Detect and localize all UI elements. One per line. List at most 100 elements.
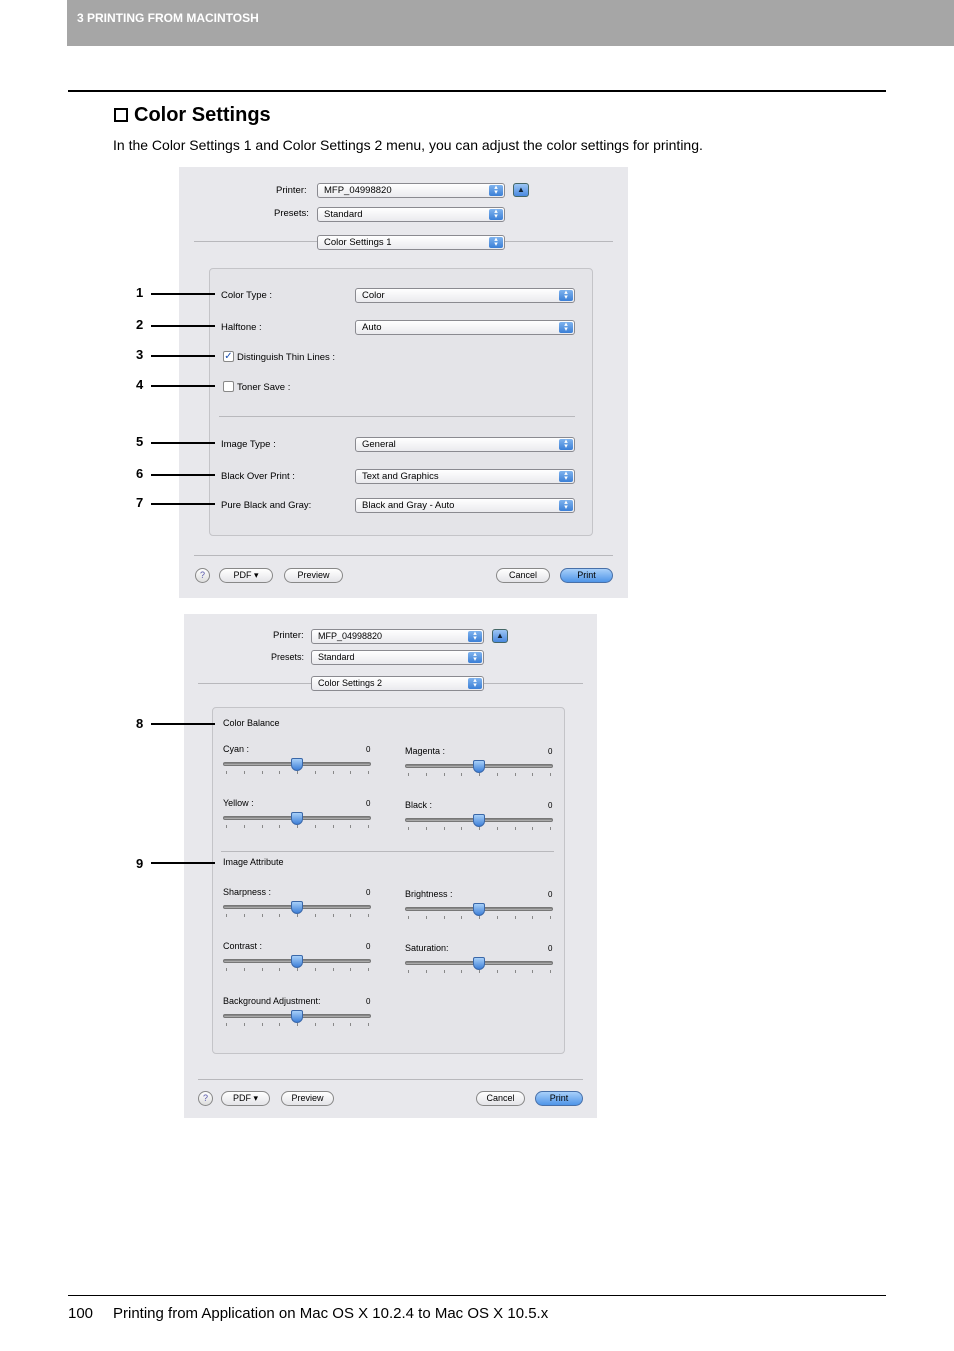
slider-tick	[550, 916, 551, 919]
panel-value: Color Settings 2	[318, 678, 383, 688]
slider-thumb[interactable]	[473, 957, 485, 970]
slider-label: Background Adjustment:	[223, 996, 321, 1006]
print-button[interactable]: Print	[535, 1091, 583, 1106]
presets-popup[interactable]: Standard ▴ ▾	[311, 650, 484, 665]
cancel-button[interactable]: Cancel	[496, 568, 550, 583]
footer-text: Printing from Application on Mac OS X 10…	[113, 1305, 549, 1322]
pdf-button[interactable]: PDF ▾	[219, 568, 273, 583]
callout-line	[151, 503, 215, 505]
slider-tick	[261, 1023, 263, 1026]
slider-tick	[368, 968, 369, 971]
bottom-rule	[68, 1295, 886, 1296]
help-button[interactable]: ?	[195, 568, 210, 583]
updown-arrows-icon: ▴ ▾	[559, 321, 573, 333]
page-title: Color Settings	[114, 104, 271, 127]
slider-tick	[479, 773, 480, 776]
slider-tick	[297, 1023, 298, 1026]
presets-popup[interactable]: Standard ▴ ▾	[317, 207, 505, 222]
printer-popup[interactable]: MFP_04998820 ▴ ▾	[311, 629, 484, 644]
slider-tick	[443, 773, 445, 776]
slider-value: 0	[366, 942, 371, 951]
footer-divider	[194, 555, 613, 556]
slider-tick	[368, 914, 369, 917]
slider-tick	[243, 1023, 245, 1026]
preview-button[interactable]: Preview	[281, 1091, 334, 1106]
section-header: 3 PRINTING FROM MACINTOSH	[67, 0, 954, 46]
slider-tick	[279, 968, 281, 971]
option-popup[interactable]: Auto ▴ ▾	[355, 320, 575, 335]
slider-thumb[interactable]	[291, 955, 303, 968]
updown-arrows-icon: ▴ ▾	[468, 677, 482, 689]
slider-thumb[interactable]	[473, 760, 485, 773]
slider-tick	[261, 968, 263, 971]
updown-arrows-icon: ▴ ▾	[559, 499, 573, 511]
slider-tick	[261, 914, 263, 917]
pdf-button[interactable]: PDF ▾	[221, 1091, 270, 1106]
slider-tick	[314, 1023, 316, 1026]
slider-thumb[interactable]	[291, 901, 303, 914]
field-label: Image Type :	[221, 439, 276, 450]
callout-number: 9	[136, 856, 144, 871]
color-balance-heading: Color Balance	[223, 718, 280, 728]
field-label: Color Type :	[221, 290, 273, 301]
cancel-button[interactable]: Cancel	[476, 1091, 525, 1106]
popup-value: Black and Gray - Auto	[362, 500, 455, 511]
field-label: Pure Black and Gray:	[221, 500, 312, 511]
intro-text: In the Color Settings 1 and Color Settin…	[113, 137, 703, 153]
option-popup[interactable]: Text and Graphics ▴ ▾	[355, 469, 575, 484]
callout-line	[151, 355, 215, 357]
slider-thumb[interactable]	[291, 812, 303, 825]
callout-number: 3	[136, 347, 144, 362]
slider-tick	[314, 914, 316, 917]
slider-thumb[interactable]	[473, 814, 485, 827]
image-attribute-heading: Image Attribute	[223, 857, 284, 867]
slider-thumb[interactable]	[473, 903, 485, 916]
option-popup[interactable]: Color ▴ ▾	[355, 288, 575, 303]
slider-tick	[550, 773, 551, 776]
slider-tick	[368, 825, 369, 828]
disclosure-button[interactable]: ▲	[492, 629, 508, 643]
slider-tick	[297, 914, 298, 917]
updown-arrows-icon: ▴ ▾	[559, 470, 573, 482]
slider-tick	[443, 827, 445, 830]
checkbox[interactable]	[223, 381, 234, 392]
slider-tick	[226, 771, 227, 774]
slider-tick	[479, 970, 480, 973]
slider-tick	[261, 771, 263, 774]
slider-tick	[461, 916, 463, 919]
panel-popup[interactable]: Color Settings 2 ▴ ▾	[311, 676, 484, 691]
print-button[interactable]: Print	[560, 568, 613, 583]
slider-label: Saturation:	[405, 943, 449, 953]
presets-label: Presets:	[274, 208, 309, 219]
slider-thumb[interactable]	[291, 1010, 303, 1023]
option-popup[interactable]: General ▴ ▾	[355, 437, 575, 452]
checkbox[interactable]: ✓	[223, 351, 234, 362]
checkbox-bullet-icon	[114, 108, 128, 122]
slider-tick	[550, 970, 551, 973]
slider-thumb[interactable]	[291, 758, 303, 771]
slider-tick	[279, 1023, 281, 1026]
slider-tick	[461, 827, 463, 830]
slider-tick	[297, 771, 298, 774]
preview-button[interactable]: Preview	[284, 568, 343, 583]
page-number: 100	[68, 1305, 94, 1322]
updown-arrows-icon: ▴ ▾	[468, 630, 482, 642]
slider-tick	[479, 916, 480, 919]
slider-tick	[461, 773, 463, 776]
slider-label: Cyan :	[223, 744, 250, 754]
help-button[interactable]: ?	[198, 1091, 213, 1106]
panel-popup[interactable]: Color Settings 1 ▴ ▾	[317, 235, 505, 250]
option-popup[interactable]: Black and Gray - Auto ▴ ▾	[355, 498, 575, 513]
slider-label: Brightness :	[405, 889, 453, 899]
slider-tick	[332, 771, 334, 774]
title-text: Color Settings	[134, 104, 271, 126]
field-label: Black Over Print :	[221, 471, 295, 482]
slider-tick	[408, 916, 409, 919]
disclosure-button[interactable]: ▲	[513, 183, 529, 197]
printer-popup[interactable]: MFP_04998820 ▴ ▾	[317, 183, 505, 198]
slider-label: Sharpness :	[223, 887, 272, 897]
slider-tick	[443, 970, 445, 973]
checkbox-label: Toner Save :	[237, 382, 291, 393]
slider-tick	[332, 968, 334, 971]
slider-tick	[243, 771, 245, 774]
